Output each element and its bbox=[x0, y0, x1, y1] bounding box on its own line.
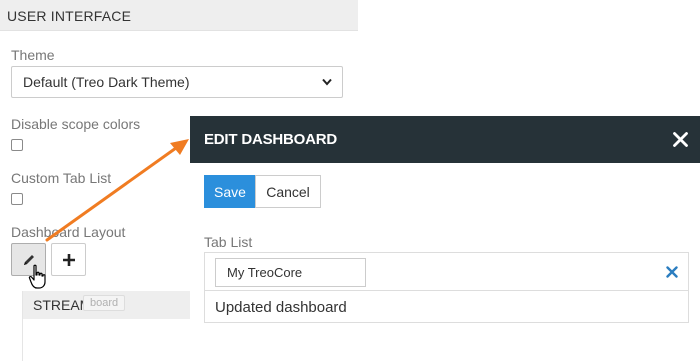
theme-select-value: Default (Treo Dark Theme) bbox=[23, 74, 190, 90]
tab-name-input[interactable]: My TreoCore bbox=[215, 258, 366, 287]
disable-scope-colors-label: Disable scope colors bbox=[11, 116, 141, 132]
dashboard-layout-label: Dashboard Layout bbox=[11, 224, 126, 240]
tab-text: Updated dashboard bbox=[215, 299, 347, 316]
chevron-down-icon bbox=[322, 78, 332, 86]
hand-cursor-icon bbox=[28, 264, 46, 289]
tooltip: board bbox=[83, 295, 126, 311]
edit-dashboard-modal: EDIT DASHBOARD Save Cancel Tab List My T… bbox=[190, 116, 700, 361]
custom-tab-list-label: Custom Tab List bbox=[11, 170, 112, 186]
modal-header: EDIT DASHBOARD bbox=[190, 116, 700, 163]
section-header: USER INTERFACE bbox=[0, 0, 358, 31]
theme-label: Theme bbox=[11, 47, 55, 63]
save-button[interactable]: Save bbox=[204, 175, 256, 208]
tab-list: My TreoCore Updated dashboard bbox=[204, 252, 689, 323]
tab-list-label: Tab List bbox=[204, 234, 253, 250]
remove-icon[interactable] bbox=[666, 266, 678, 278]
close-icon bbox=[672, 131, 688, 147]
add-layout-button[interactable] bbox=[51, 243, 86, 276]
plus-icon bbox=[62, 253, 75, 266]
close-button[interactable] bbox=[670, 129, 690, 149]
theme-select[interactable]: Default (Treo Dark Theme) bbox=[11, 66, 343, 98]
modal-title: EDIT DASHBOARD bbox=[204, 131, 338, 148]
cancel-button[interactable]: Cancel bbox=[255, 175, 321, 208]
tab-list-item: My TreoCore bbox=[205, 253, 688, 291]
custom-tab-list-checkbox[interactable] bbox=[11, 193, 23, 205]
stream-panel: STREAM board bbox=[22, 291, 191, 361]
disable-scope-colors-checkbox[interactable] bbox=[11, 139, 23, 151]
